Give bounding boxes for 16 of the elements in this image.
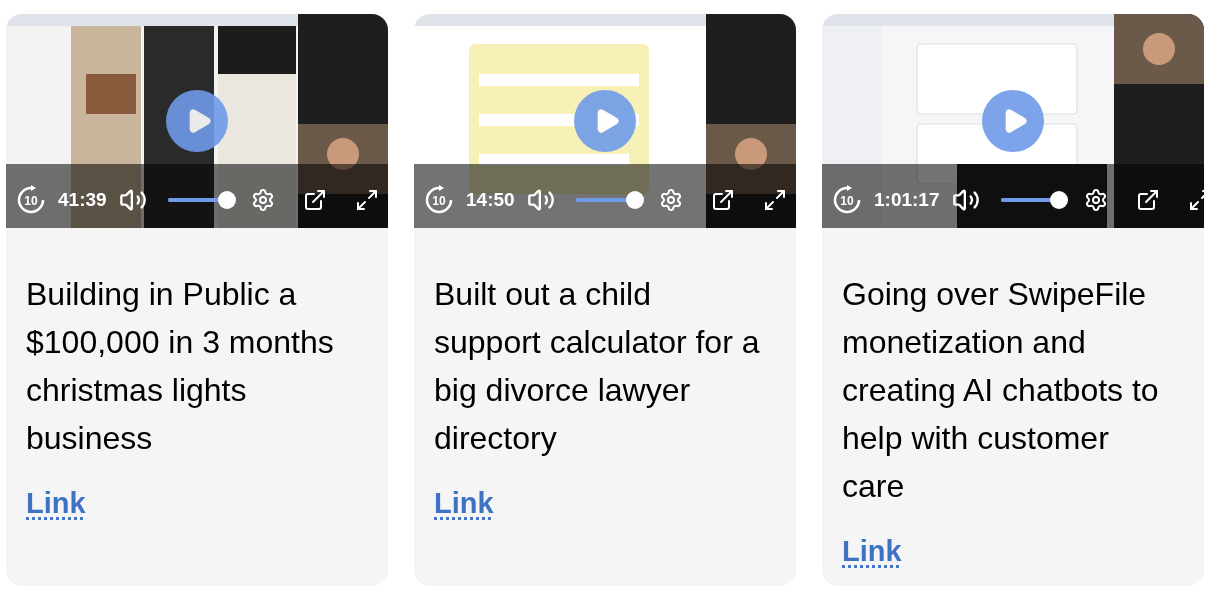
video-link[interactable]: Link <box>434 482 494 526</box>
video-link[interactable]: Link <box>26 482 86 526</box>
card-title: Building in Public a $100,000 in 3 months christmas lights business <box>26 275 335 458</box>
card-title: Built out a child support calculator for a big divorce lawyer directory <box>434 275 760 458</box>
settings-icon[interactable] <box>1083 188 1108 212</box>
card-title: Going over SwipeFile monetization and creating AI chatbots to help with customer care <box>842 275 1160 506</box>
popout-icon[interactable] <box>302 188 327 212</box>
fullscreen-icon[interactable] <box>354 188 379 212</box>
video-link[interactable]: Link <box>842 530 902 574</box>
popout-icon[interactable] <box>1135 188 1160 212</box>
video-time: 1:01:17 <box>874 187 940 212</box>
video-time: 14:50 <box>466 187 515 212</box>
video-time: 41:39 <box>58 187 107 212</box>
popout-icon[interactable] <box>710 188 735 212</box>
fullscreen-icon[interactable] <box>762 188 787 212</box>
fullscreen-icon[interactable] <box>1187 188 1204 212</box>
